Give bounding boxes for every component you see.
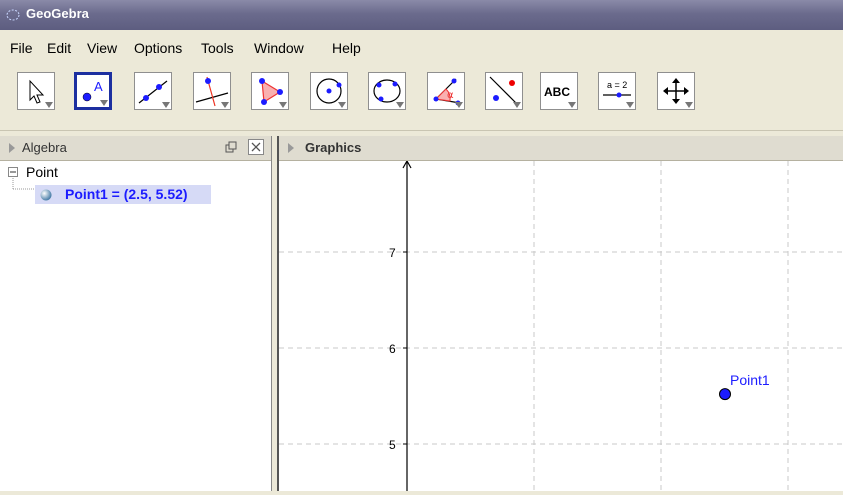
geogebra-logo-icon [6,9,20,21]
close-icon[interactable] [248,139,264,155]
point1[interactable] [719,388,731,401]
line-tool-button[interactable] [134,72,172,110]
graphics-view[interactable]: 7 6 5 Point1 [279,159,843,491]
window-title: GeoGebra [26,6,89,21]
circle-tool-button[interactable] [310,72,348,110]
toolbar: A α ABC a = 2 [0,64,843,131]
slider-tool-label: a = 2 [607,80,627,90]
graphics-view-title: Graphics [305,140,362,155]
alpha-label: α [447,90,454,101]
point-label-a: A [94,79,103,94]
point1-definition: Point1 = (2.5, 5.52) [65,186,188,202]
collapse-arrow-icon[interactable] [9,143,15,153]
collapse-arrow-icon[interactable] [288,143,294,153]
y-tick-label-5: 5 [389,438,396,452]
visibility-ball-icon[interactable] [40,189,52,201]
graphics-canvas[interactable]: 7 6 5 Point1 [279,159,843,491]
reflect-tool-button[interactable] [485,72,523,110]
title-bar: GeoGebra [0,0,843,30]
algebra-view: Point Point1 = (2.5, 5.52) [0,161,271,491]
algebra-view-header: Algebra [0,136,271,161]
grid [279,161,843,491]
graphics-view-header: Graphics [279,136,843,161]
algebra-view-title: Algebra [22,140,67,155]
list-item-point1[interactable]: Point1 = (2.5, 5.52) [35,185,211,204]
text-tool-button[interactable]: ABC [540,72,578,110]
menu-window[interactable]: Window [254,40,304,56]
move-view-tool-button[interactable] [657,72,695,110]
y-tick-label-7: 7 [389,246,396,260]
menu-bar: File Edit View Options Tools Window Help [0,32,843,62]
y-ticks [403,251,407,445]
menu-view[interactable]: View [87,40,117,56]
slider-tool-button[interactable]: a = 2 [598,72,636,110]
y-tick-label-6: 6 [389,342,396,356]
point-tool-button[interactable]: A [74,72,112,110]
conic-tool-button[interactable] [368,72,406,110]
angle-tool-button[interactable]: α [427,72,465,110]
menu-edit[interactable]: Edit [47,40,71,56]
collapse-node-icon[interactable] [8,167,18,177]
menu-file[interactable]: File [10,40,33,56]
point1-label[interactable]: Point1 [730,372,770,388]
panel-splitter[interactable] [271,136,279,491]
text-tool-label: ABC [544,85,570,99]
menu-options[interactable]: Options [134,40,182,56]
menu-help[interactable]: Help [332,40,361,56]
menu-tools[interactable]: Tools [201,40,234,56]
undock-icon[interactable] [225,141,237,153]
polygon-tool-button[interactable] [251,72,289,110]
tree-connector [12,178,34,190]
perpendicular-tool-button[interactable] [193,72,231,110]
move-tool-button[interactable] [17,72,55,110]
